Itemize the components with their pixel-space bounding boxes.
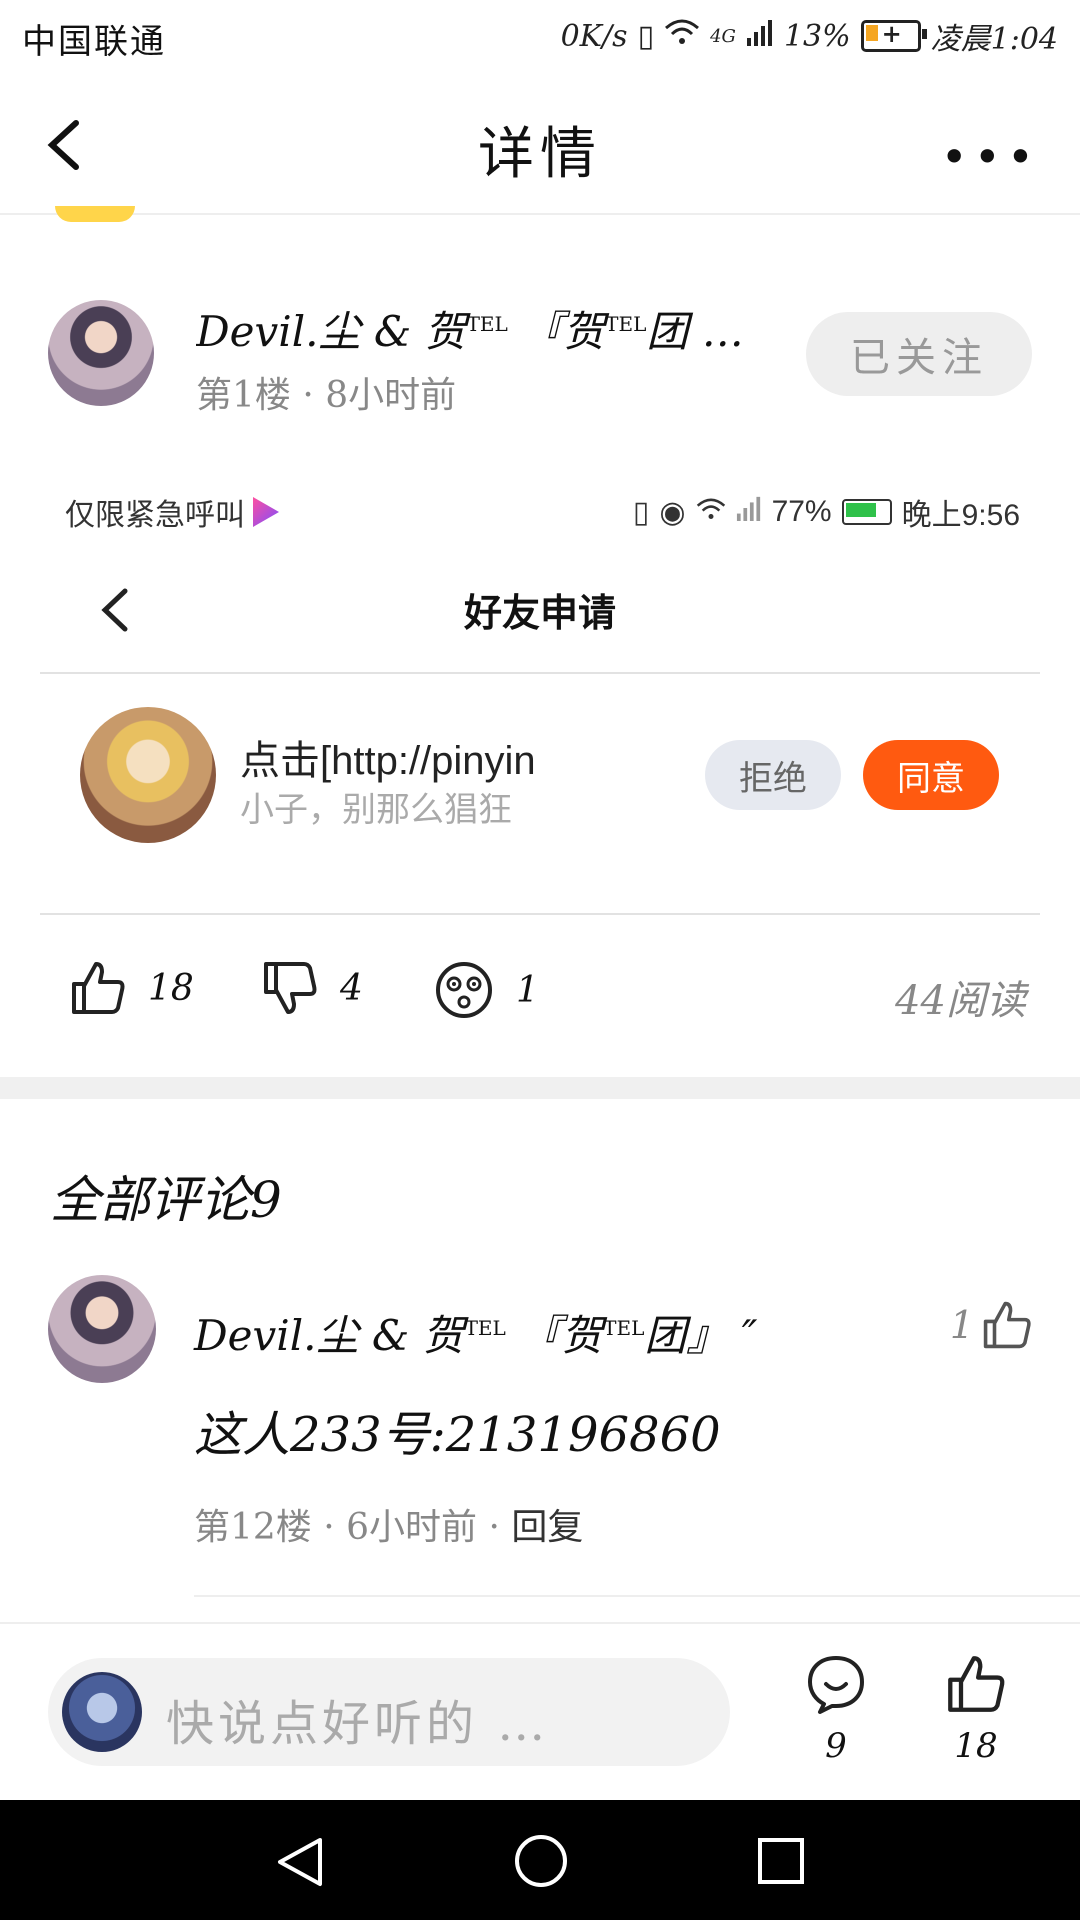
embedded-screenshot: 仅限紧急呼叫 ▯ ◉ 77% 晚上9:56 好友申请 点击[http://pin… bbox=[40, 470, 1040, 915]
like-reaction[interactable]: 18 bbox=[70, 960, 194, 1016]
requester-avatar bbox=[80, 707, 216, 843]
thumbs-up-icon bbox=[983, 1301, 1031, 1349]
comment-like-count: 1 bbox=[949, 1303, 974, 1347]
status-indicators: 0K/s ▯ 4G 13% + 凌晨1:04 bbox=[561, 14, 1058, 58]
embedded-battery-percent: 77% bbox=[771, 495, 832, 528]
embedded-clock: 晚上9:56 bbox=[901, 499, 1020, 532]
accept-button: 同意 bbox=[863, 740, 999, 810]
like-count: 18 bbox=[954, 1726, 998, 1766]
comment-author-name[interactable]: Devil.尘 & 贺TEL 『贺TEL团』 ″ bbox=[194, 1302, 757, 1363]
system-navigation-bar bbox=[0, 1800, 1080, 1920]
square-recents-icon bbox=[758, 1838, 804, 1884]
author-name-part: 『贺 bbox=[505, 1311, 604, 1360]
app-logo-icon bbox=[253, 497, 279, 527]
reply-link[interactable]: 回复 bbox=[511, 1507, 583, 1548]
battery-icon: + bbox=[860, 19, 927, 52]
vibrate-icon: ▯ bbox=[632, 495, 650, 529]
comment-author-avatar[interactable] bbox=[48, 1275, 156, 1383]
network-speed: 0K/s bbox=[560, 18, 628, 54]
signal-icon bbox=[746, 18, 774, 54]
embedded-status-right: ▯ ◉ 77% 晚上9:56 bbox=[633, 490, 1020, 534]
embedded-title: 好友申请 bbox=[463, 593, 616, 635]
post-meta: 第1楼 · 8小时前 bbox=[196, 375, 457, 416]
author-name-part: 『贺 bbox=[507, 307, 606, 356]
bottom-action-bar: 快说点好听的 … 9 18 bbox=[0, 1622, 1080, 1802]
triangle-back-icon bbox=[278, 1838, 322, 1886]
comments-button[interactable]: 9 bbox=[786, 1654, 886, 1766]
author-tel-mark: TEL bbox=[464, 1316, 506, 1340]
author-tel-mark: TEL bbox=[603, 1316, 645, 1340]
wow-reaction[interactable]: 1 bbox=[434, 960, 539, 1020]
nav-home-button[interactable] bbox=[512, 1832, 570, 1894]
author-name-part: 团』 ″ bbox=[644, 1311, 758, 1360]
wifi-icon bbox=[696, 495, 726, 529]
battery-percent: 13% bbox=[783, 18, 851, 54]
like-count: 18 bbox=[148, 967, 194, 1009]
nav-recents-button[interactable] bbox=[756, 1836, 806, 1890]
comment-meta: 第12楼 · 6小时前 · 回复 bbox=[194, 1498, 583, 1550]
embedded-status-left: 仅限紧急呼叫 bbox=[65, 490, 279, 534]
comment-placeholder: 快说点好听的 … bbox=[166, 1696, 550, 1752]
thumbs-up-icon bbox=[72, 962, 125, 1014]
thumbs-down-icon bbox=[264, 962, 317, 1014]
chat-bubble-icon bbox=[808, 1656, 864, 1714]
comment-meta-text: 第12楼 · 6小时前 · bbox=[194, 1507, 512, 1548]
status-bar: 中国联通 0K/s ▯ 4G 13% + 凌晨1:04 bbox=[0, 0, 1080, 75]
comment-like-button[interactable]: 1 bbox=[950, 1300, 1032, 1350]
nav-back-button[interactable] bbox=[272, 1834, 328, 1894]
author-name-part: Devil.尘 & 贺 bbox=[194, 1311, 465, 1360]
author-tel-mark: TEL bbox=[605, 312, 647, 336]
divider bbox=[194, 1595, 1080, 1597]
emergency-only-label: 仅限紧急呼叫 bbox=[65, 499, 245, 532]
wifi-icon bbox=[664, 18, 700, 54]
comment-input[interactable]: 快说点好听的 … bbox=[48, 1658, 730, 1766]
vibrate-icon: ▯ bbox=[637, 18, 655, 54]
thumbs-up-icon bbox=[948, 1656, 1005, 1712]
top-nav: 详情 ••• bbox=[0, 75, 1080, 215]
more-options-button[interactable]: ••• bbox=[941, 130, 1040, 184]
requester-subtitle: 小子，别那么猖狂 bbox=[240, 791, 512, 829]
comment-count: 9 bbox=[825, 1726, 847, 1766]
surprised-face-icon bbox=[436, 962, 492, 1018]
divider bbox=[40, 672, 1040, 674]
author-name-part: 团 … bbox=[646, 307, 744, 356]
author-tel-mark: TEL bbox=[466, 312, 508, 336]
network-type: 4G bbox=[710, 25, 736, 47]
post-author-name[interactable]: Devil.尘 & 贺TEL 『贺TEL团 … bbox=[196, 298, 744, 359]
wow-count: 1 bbox=[516, 969, 539, 1011]
reject-button: 拒绝 bbox=[705, 740, 841, 810]
clock: 凌晨1:04 bbox=[930, 22, 1058, 57]
author-name-part: Devil.尘 & 贺 bbox=[196, 307, 467, 356]
section-divider bbox=[0, 1077, 1080, 1099]
battery-icon bbox=[841, 499, 892, 525]
signal-icon bbox=[736, 495, 762, 529]
eye-icon: ◉ bbox=[659, 495, 686, 529]
my-avatar bbox=[62, 1672, 142, 1752]
read-count: 44阅读 bbox=[895, 978, 1026, 1024]
requester-name: 点击[http://pinyin bbox=[240, 739, 536, 783]
carrier-label: 中国联通 bbox=[22, 22, 166, 62]
dislike-reaction[interactable]: 4 bbox=[262, 960, 363, 1016]
circle-home-icon bbox=[515, 1835, 567, 1887]
divider bbox=[40, 913, 1040, 915]
decorative-arc bbox=[55, 206, 135, 222]
comment-text: 这人233号:213196860 bbox=[194, 1407, 721, 1463]
dislike-count: 4 bbox=[340, 967, 363, 1009]
like-button[interactable]: 18 bbox=[926, 1654, 1026, 1766]
comments-title: 全部评论9 bbox=[50, 1171, 282, 1229]
follow-button[interactable]: 已关注 bbox=[806, 312, 1032, 396]
post-author-avatar[interactable] bbox=[48, 300, 154, 406]
page-title: 详情 bbox=[478, 122, 602, 187]
